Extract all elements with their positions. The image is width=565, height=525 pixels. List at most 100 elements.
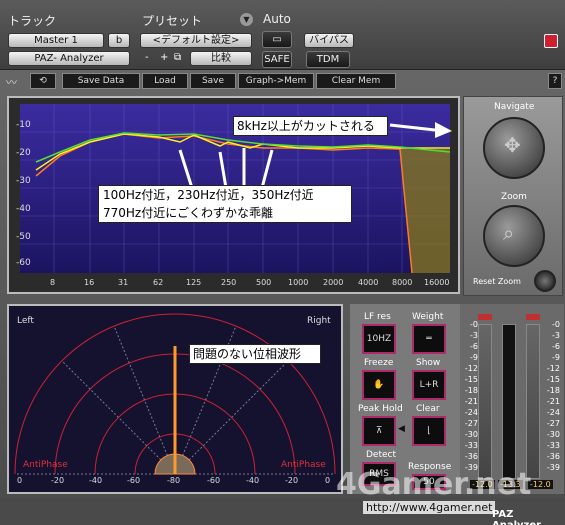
meter-tick: -0 [470,320,478,329]
help-button[interactable]: ? [548,73,562,89]
clear-mem-button[interactable]: Clear Mem [316,73,396,89]
tdm-button[interactable]: TDM [306,51,350,68]
meter-tick: -33 [546,441,560,450]
meter-tick: -24 [464,408,478,417]
show-button[interactable]: L+R [412,370,446,400]
center-meter [502,324,516,479]
zoom-knob[interactable]: ⌕ [483,205,545,267]
header-bar: トラック プリセット ▼ Auto Master 1 b <デフォルト設定> P… [0,0,565,70]
meter-tick: -18 [464,386,478,395]
copy-icon[interactable]: ⧉ [174,52,181,63]
waves-logo-icon: 〰 [6,76,17,89]
phase-x-tick: 0 [325,476,331,485]
lf-res-label: LF res [364,312,391,322]
phase-x-tick: -20 [285,476,299,485]
meter-tick: -9 [552,353,560,362]
deviation-callout-line1: 100Hz付近，230Hz付近，350Hz付近 [103,188,314,202]
reset-zoom-button[interactable] [534,270,556,292]
close-icon[interactable] [544,34,558,48]
undo-button[interactable]: ⟲ [30,73,56,89]
meter-tick: -0 [552,320,560,329]
phase-scope[interactable]: Left Right AntiPhase AntiPhase 問題のない位相波形… [7,304,343,494]
x-tick: 16000 [424,278,450,287]
meter-tick: -21 [464,397,478,406]
x-tick: 2000 [323,278,344,287]
safe-button[interactable]: SAFE [262,51,292,68]
meter-tick: -3 [552,331,560,340]
meter-tick: -12 [546,364,560,373]
x-tick: 62 [153,278,164,287]
phase-x-tick: -80 [167,476,181,485]
y-tick: -30 [16,176,31,186]
graph-mem-button[interactable]: Graph->Mem [238,73,314,89]
bypass-button[interactable]: バイパス [304,33,354,48]
automation-icon[interactable]: ▭ [262,31,292,48]
meter-readout-right: -12.0 [528,480,553,489]
clip-indicator [478,314,492,320]
preset-selector[interactable]: <デフォルト設定> [140,33,252,48]
antiphase-left-label: AntiPhase [23,460,68,470]
meter-tick: -27 [464,419,478,428]
clear-button[interactable]: ⌊ [412,416,446,446]
x-tick: 8000 [392,278,413,287]
meter-tick: -18 [546,386,560,395]
phase-x-tick: -60 [207,476,221,485]
preset-next-button[interactable]: + [160,52,168,63]
magnifier-icon: ⌕ [503,221,515,245]
cutoff-region [400,149,450,273]
left-label: Left [17,316,34,326]
navigation-panel: Navigate ✥ Zoom ⌕ Reset Zoom [463,96,563,296]
antiphase-right-label: AntiPhase [281,460,326,470]
y-tick: -10 [16,120,31,130]
freeze-hand-icon[interactable]: ✋ [362,370,396,400]
x-tick: 16 [84,278,95,287]
deviation-callout-line2: 770Hz付近にごくわずかな乖離 [103,206,273,220]
watermark: 4Gamer.net [336,467,532,502]
zoom-label: Zoom [501,192,527,202]
y-tick: -20 [16,148,31,158]
weight-button[interactable]: ═ [412,324,446,354]
preset-dropdown-icon[interactable]: ▼ [240,13,253,26]
meter-tick: -9 [470,353,478,362]
meter-tick: -39 [546,463,560,472]
control-panel: LF res 10HZ Weight ═ Freeze ✋ Show L+R P… [350,304,460,494]
peak-hold-icon[interactable]: ⊼ [362,416,396,446]
compare-button[interactable]: 比較 [190,51,252,66]
footer-title: PAZ Analyzer [492,509,541,525]
deviation-callout: 100Hz付近，230Hz付近，350Hz付近 770Hz付近にごくわずかな乖離 [98,185,352,223]
url-text: http://www.4gamer.net [363,501,496,514]
meter-tick: -36 [464,452,478,461]
lf-res-button[interactable]: 10HZ [362,324,396,354]
phase-x-tick: -40 [89,476,103,485]
footer-bar: 4Gamer.net http://www.4gamer.net PAZ Ana… [0,467,565,525]
meter-tick: -6 [552,342,560,351]
x-tick: 250 [221,278,237,287]
phase-x-tick: -40 [246,476,260,485]
load-button[interactable]: Load [142,73,188,89]
left-meter [478,324,492,479]
navigate-knob[interactable]: ✥ [483,117,545,179]
meter-tick: -24 [546,408,560,417]
x-tick: 4000 [358,278,379,287]
track-selector[interactable]: Master 1 [8,33,104,48]
peak-hold-label: Peak Hold [358,404,403,414]
y-tick: -60 [16,258,31,268]
save-data-button[interactable]: Save Data [62,73,140,89]
meter-tick: -30 [464,430,478,439]
x-tick: 1000 [288,278,309,287]
freeze-label: Freeze [364,358,394,368]
spectrum-line-yellow [35,133,450,171]
preset-prev-button[interactable]: - [145,52,149,63]
x-tick: 125 [186,278,202,287]
y-tick: -40 [16,204,31,214]
auto-label: Auto [263,12,291,26]
meter-tick: -36 [546,452,560,461]
right-label: Right [307,316,331,326]
phase-callout: 問題のない位相波形 [189,344,321,364]
preset-label: プリセット [142,14,203,28]
save-button[interactable]: Save [190,73,236,89]
track-b-button[interactable]: b [108,33,130,48]
phase-x-tick: -60 [127,476,141,485]
meter-tick: -27 [546,419,560,428]
plugin-selector[interactable]: PAZ- Analyzer [8,51,130,66]
